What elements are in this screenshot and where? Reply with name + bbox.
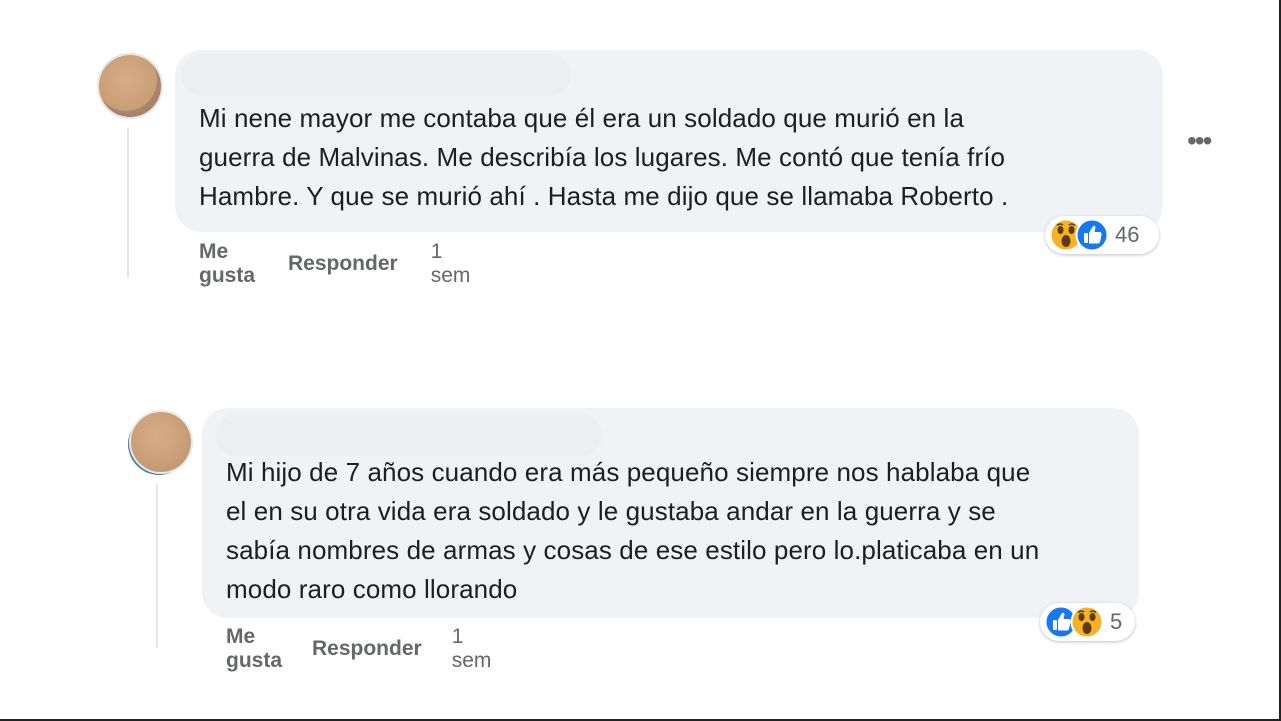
timestamp-link[interactable]: 1 sem: [452, 625, 492, 673]
wow-icon: [1070, 605, 1104, 639]
reply-button[interactable]: Responder: [288, 252, 398, 276]
comment-line: guerra de Malvinas. Me describía los lug…: [199, 142, 1006, 172]
comment-line: Hambre. Y que se murió ahí . Hasta me di…: [199, 181, 1009, 211]
more-options-button[interactable]: •••: [1187, 127, 1212, 155]
reply-button[interactable]: Responder: [312, 637, 422, 661]
comment-text: Mi nene mayor me contaba que él era un s…: [199, 99, 1159, 216]
comment-actions: Me gusta Responder 1 sem: [199, 240, 470, 288]
like-button[interactable]: Me gusta: [226, 625, 282, 673]
timestamp-link[interactable]: 1 sem: [431, 240, 471, 288]
comment-line: Mi hijo de 7 años cuando era más pequeño…: [226, 457, 1031, 487]
author-name-redacted[interactable]: [216, 414, 602, 456]
avatar[interactable]: [99, 55, 161, 117]
reactions-summary[interactable]: 46: [1045, 216, 1159, 254]
comment-line: el en su otra vida era soldado y le gust…: [226, 496, 996, 526]
reaction-count: 46: [1115, 222, 1140, 247]
reaction-count: 5: [1110, 609, 1123, 634]
comment-text: Mi hijo de 7 años cuando era más pequeño…: [226, 453, 1136, 609]
like-icon: [1075, 218, 1109, 252]
comment-line: sabía nombres de armas y cosas de ese es…: [226, 535, 1040, 565]
comment-actions: Me gusta Responder 1 sem: [226, 625, 491, 673]
author-name-redacted[interactable]: [181, 54, 571, 96]
comment-line: modo raro como llorando: [226, 574, 518, 604]
like-button[interactable]: Me gusta: [199, 240, 255, 288]
comment-line: Mi nene mayor me contaba que él era un s…: [199, 103, 964, 133]
reactions-summary[interactable]: 5: [1040, 603, 1135, 641]
avatar[interactable]: [131, 412, 191, 472]
thread-line: [156, 484, 158, 648]
thread-line: [127, 128, 129, 278]
